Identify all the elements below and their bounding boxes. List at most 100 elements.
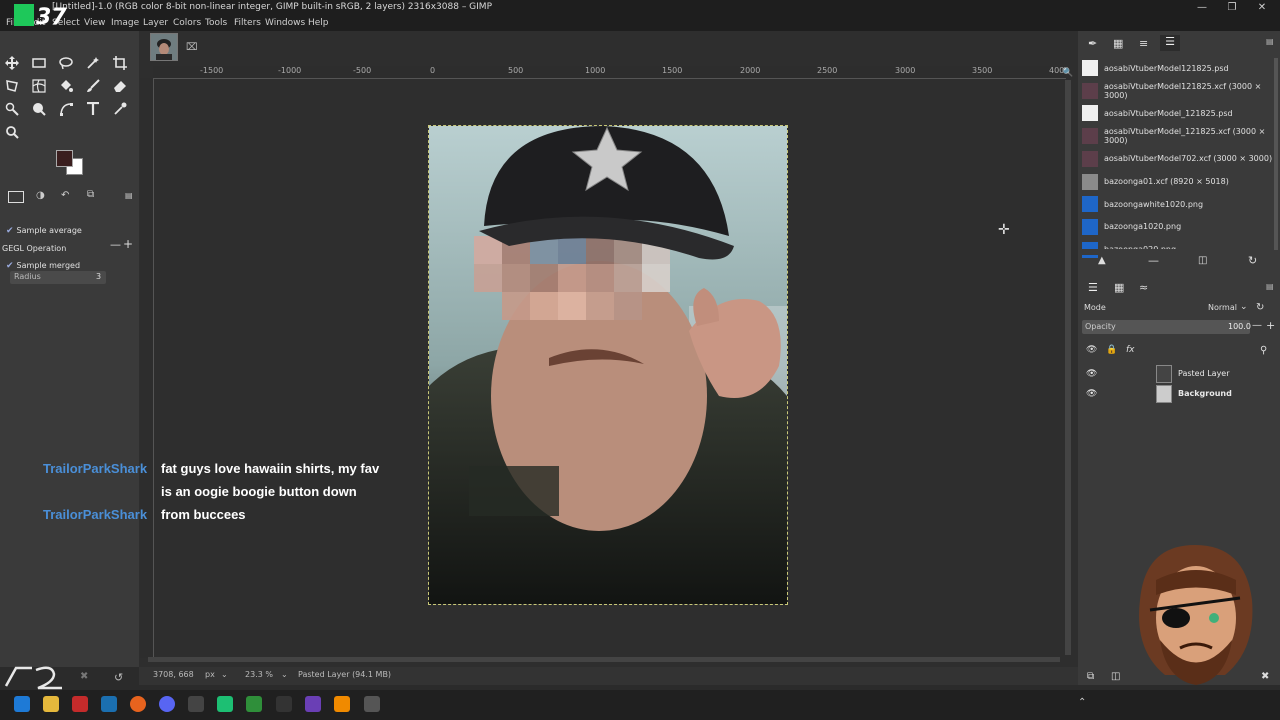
image-list-item[interactable]: bazoongawhite1020.png: [1082, 193, 1277, 215]
panel-menu-icon[interactable]: ▤: [125, 191, 133, 200]
discord-icon[interactable]: [159, 696, 175, 712]
bucket-fill-tool-icon[interactable]: [56, 76, 76, 96]
paintbrush-tool-icon[interactable]: [83, 76, 103, 96]
zoom-tool-icon[interactable]: [2, 122, 22, 142]
close-button[interactable]: ✕: [1252, 2, 1272, 13]
transform-tool-icon[interactable]: [2, 76, 22, 96]
app-icon[interactable]: [276, 696, 292, 712]
menu-view[interactable]: View: [84, 18, 105, 28]
tool-options-tab-icon[interactable]: [8, 191, 24, 203]
vertical-scrollbar[interactable]: [1065, 80, 1071, 655]
chevron-down-icon[interactable]: ⌄: [1240, 302, 1248, 312]
image-list-item[interactable]: aosabiVtuberModel_121825.psd: [1082, 102, 1277, 124]
file-explorer-icon[interactable]: [43, 696, 59, 712]
rect-select-tool-icon[interactable]: [29, 53, 49, 73]
opacity-increment-button[interactable]: +: [1266, 319, 1275, 332]
undo-history-tab-icon[interactable]: ↶: [61, 190, 69, 201]
menu-layer[interactable]: Layer: [143, 18, 168, 28]
chevron-down-icon[interactable]: ⌄: [281, 670, 288, 679]
crop-tool-icon[interactable]: [110, 53, 130, 73]
horizontal-scrollbar[interactable]: [148, 657, 1060, 662]
menu-image[interactable]: Image: [111, 18, 139, 28]
images-tab-icon[interactable]: ⧉: [87, 189, 94, 200]
refresh-icon[interactable]: ↻: [1248, 254, 1257, 267]
radius-field[interactable]: Radius 3: [10, 271, 106, 284]
remove-icon[interactable]: —: [1148, 254, 1159, 267]
menu-tools[interactable]: Tools: [205, 18, 227, 28]
app-icon[interactable]: [217, 696, 233, 712]
brushes-tab-icon[interactable]: ✒: [1088, 37, 1097, 50]
opacity-slider[interactable]: Opacity 100.0: [1082, 320, 1251, 334]
fonts-tab-icon[interactable]: ≡: [1139, 37, 1148, 50]
device-status-tab-icon[interactable]: ◑: [36, 190, 45, 201]
mode-select[interactable]: Normal: [1208, 303, 1237, 312]
restore-icon[interactable]: ↺: [114, 671, 123, 684]
sample-average-checkbox[interactable]: ✔ Sample average: [6, 226, 82, 236]
menu-filters[interactable]: Filters: [234, 18, 261, 28]
lock-icon[interactable]: 🔒: [1106, 345, 1117, 355]
color-picker-tool-icon[interactable]: [110, 99, 130, 119]
sample-merged-checkbox[interactable]: ✔ Sample merged: [6, 261, 80, 271]
image-canvas[interactable]: [428, 125, 788, 605]
delete-layer-icon[interactable]: ✖: [1261, 671, 1269, 682]
raise-image-icon[interactable]: ▲: [1098, 255, 1106, 266]
paths-tool-icon[interactable]: [56, 99, 76, 119]
lasso-tool-icon[interactable]: [56, 53, 76, 73]
minimize-button[interactable]: —: [1192, 2, 1212, 13]
panel-menu-icon[interactable]: ▤: [1266, 282, 1274, 291]
menu-help[interactable]: Help: [308, 18, 329, 28]
fuzzy-select-tool-icon[interactable]: [83, 53, 103, 73]
text-tool-icon[interactable]: [83, 99, 103, 119]
image-list-item[interactable]: aosabiVtuberModel121825.psd: [1082, 57, 1277, 79]
smudge-tool-icon[interactable]: [29, 99, 49, 119]
reset-mode-icon[interactable]: ↻: [1256, 302, 1264, 313]
zoom-select[interactable]: 23.3 %: [245, 670, 273, 679]
image-list-item[interactable]: aosabiVtuberModel_121825.xcf (3000 × 300…: [1082, 125, 1277, 147]
gimp-active-icon[interactable]: [364, 696, 380, 712]
layer-row[interactable]: 👁 Pasted Layer: [1082, 364, 1277, 383]
unit-select[interactable]: px: [205, 670, 215, 679]
layer-visibility-icon[interactable]: 👁: [1082, 389, 1156, 399]
app-icon[interactable]: [305, 696, 321, 712]
image-list-item[interactable]: bazoonga1020.png: [1082, 216, 1277, 238]
save-image-icon[interactable]: ◫: [1198, 255, 1207, 266]
windows-start-icon[interactable]: [14, 696, 30, 712]
tray-chevron-icon[interactable]: ⌃: [1078, 697, 1086, 708]
image-tab-thumbnail[interactable]: [150, 33, 178, 61]
spreadsheet-icon[interactable]: [246, 696, 262, 712]
layer-row[interactable]: 👁 Background: [1082, 384, 1277, 403]
steam-icon[interactable]: [101, 696, 117, 712]
images-scrollbar[interactable]: [1274, 58, 1278, 250]
warp-tool-icon[interactable]: [29, 76, 49, 96]
channels-tab-icon[interactable]: ▦: [1114, 281, 1124, 294]
patterns-tab-icon[interactable]: ▦: [1113, 37, 1123, 50]
foreground-color-swatch[interactable]: [56, 150, 73, 167]
new-group-icon[interactable]: ◫: [1111, 671, 1120, 682]
layer-visibility-icon[interactable]: 👁: [1082, 369, 1156, 379]
image-list-item[interactable]: aosabiVtuberModel121825.xcf (3000 × 3000…: [1082, 80, 1277, 102]
panel-menu-icon[interactable]: ▤: [1266, 37, 1274, 46]
gimp-icon[interactable]: [188, 696, 204, 712]
move-tool-icon[interactable]: [2, 53, 22, 73]
search-icon[interactable]: ⚲: [1260, 345, 1267, 356]
firefox-icon[interactable]: [130, 696, 146, 712]
images-tab-icon[interactable]: ☰: [1160, 35, 1180, 51]
close-image-tab-icon[interactable]: ⌧: [186, 42, 198, 53]
radius-increment-button[interactable]: +: [123, 237, 133, 251]
opacity-decrement-button[interactable]: —: [1252, 320, 1262, 331]
paths-tab-icon[interactable]: ≈: [1139, 281, 1148, 294]
chevron-down-icon[interactable]: ⌄: [221, 670, 228, 679]
zoom-navigate-icon[interactable]: 🔍: [1062, 68, 1073, 78]
clone-tool-icon[interactable]: [2, 99, 22, 119]
menu-windows[interactable]: Windows: [265, 18, 305, 28]
menu-colors[interactable]: Colors: [173, 18, 201, 28]
vlc-icon[interactable]: [334, 696, 350, 712]
layers-tab-icon[interactable]: ☰: [1088, 281, 1098, 294]
eraser-tool-icon[interactable]: [110, 76, 130, 96]
image-list-item[interactable]: aosabiVtuberModel702.xcf (3000 × 3000): [1082, 148, 1277, 170]
app-icon[interactable]: [72, 696, 88, 712]
radius-decrement-button[interactable]: —: [110, 238, 121, 251]
reset-icon[interactable]: ✖: [80, 671, 88, 682]
effects-icon[interactable]: fx: [1126, 345, 1135, 355]
new-layer-icon[interactable]: ⧉: [1087, 671, 1094, 682]
